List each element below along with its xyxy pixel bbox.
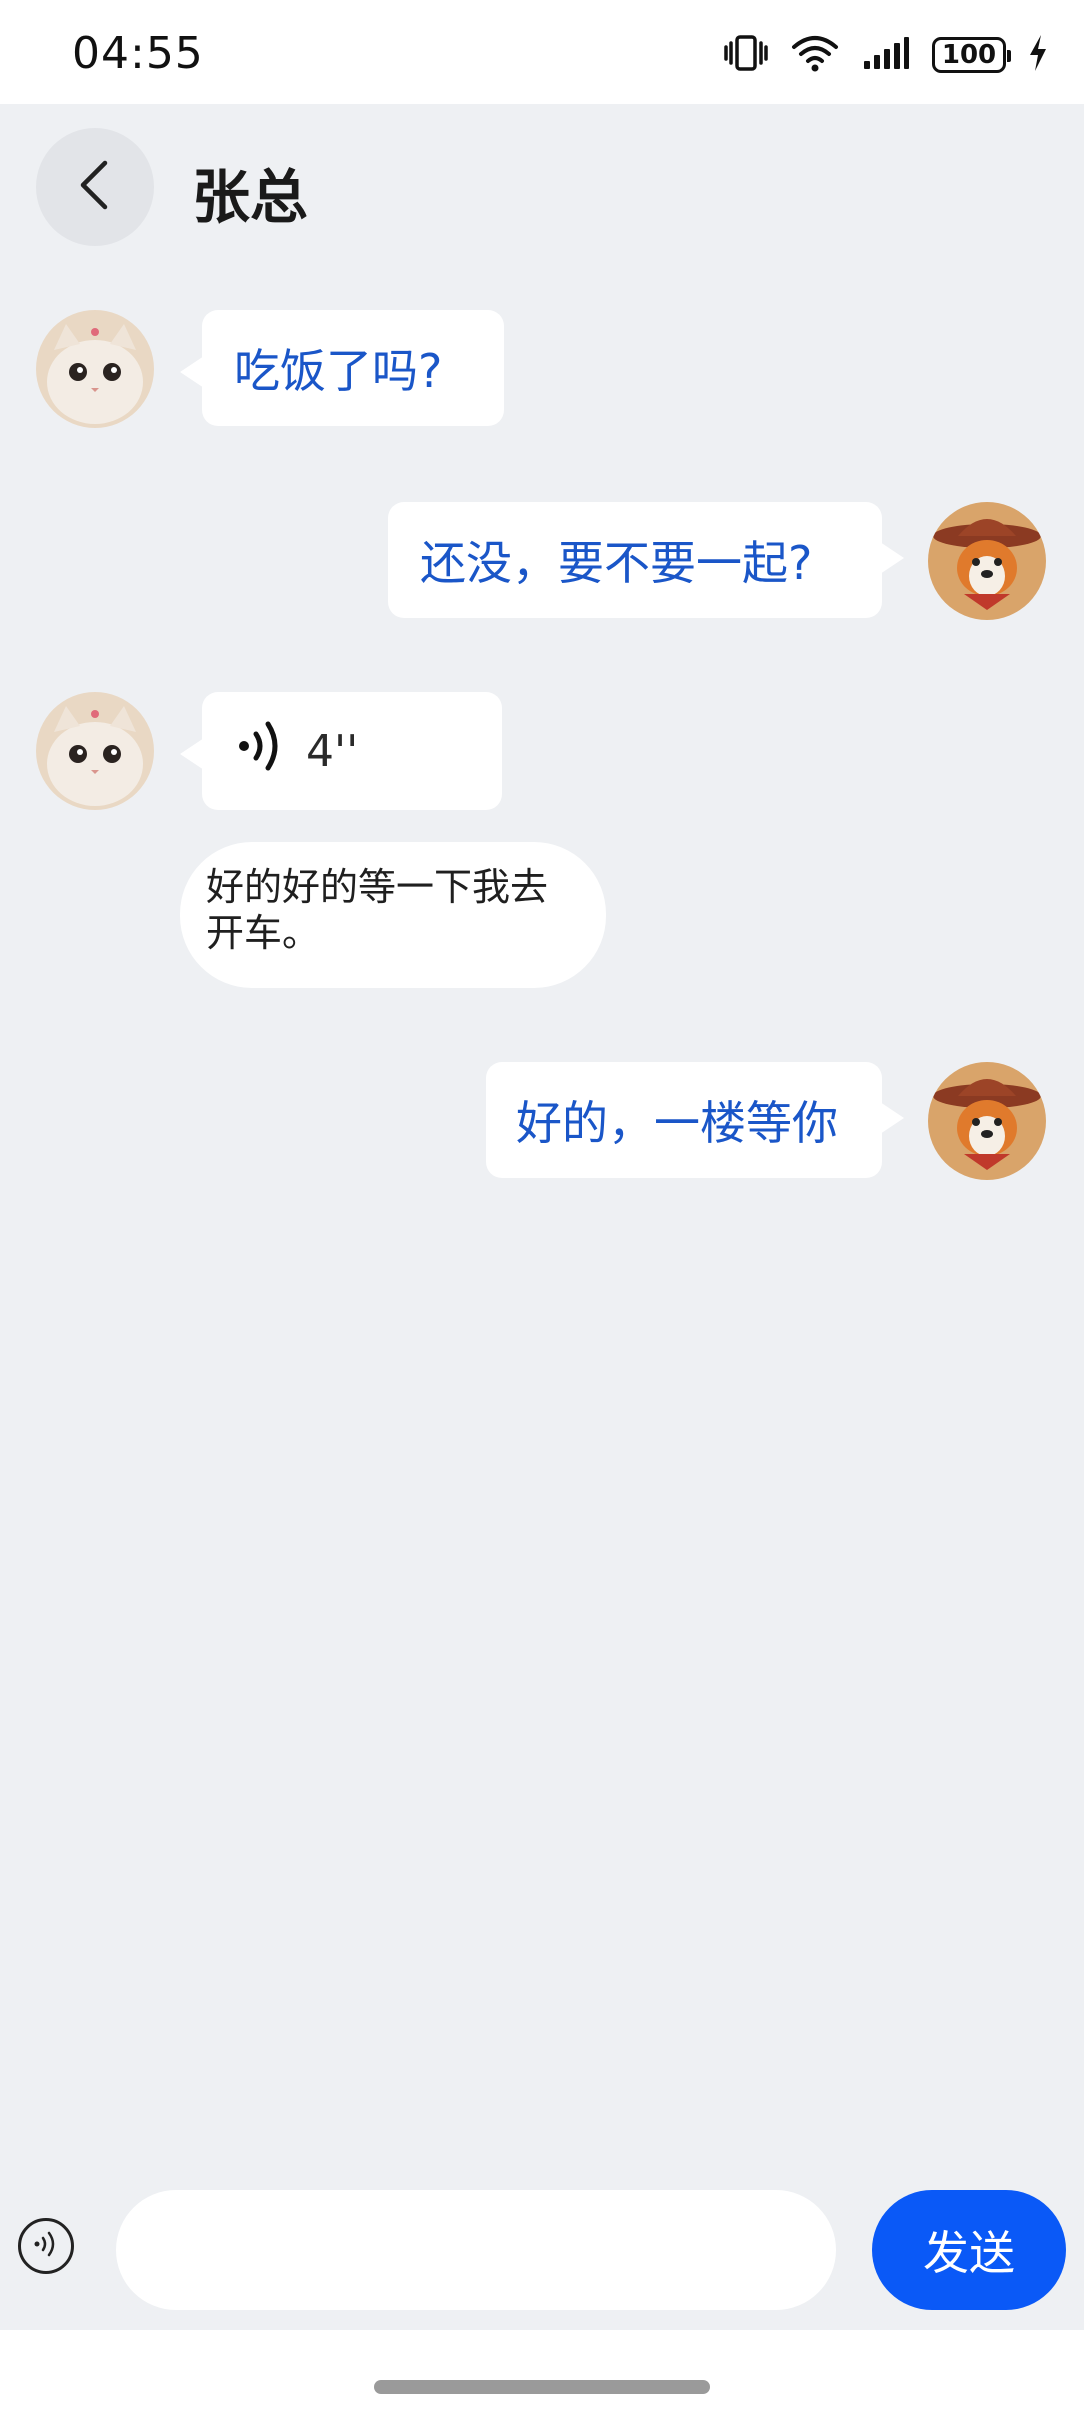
voice-wave-icon <box>236 718 286 785</box>
contact-avatar[interactable] <box>36 692 154 810</box>
chat-title: 张总 <box>192 163 309 231</box>
voice-transcript: 好的好的等一下我去开车。 <box>180 842 606 988</box>
message-text: 吃饭了吗? <box>234 344 443 398</box>
status-icons: 100 <box>724 30 1048 80</box>
message-text: 好的，一楼等你 <box>516 1096 838 1150</box>
chevron-left-icon <box>75 157 115 217</box>
voice-message-bubble[interactable]: 4'' <box>180 692 502 810</box>
user-avatar[interactable] <box>928 1062 1046 1180</box>
home-indicator[interactable] <box>374 2380 710 2394</box>
message-bubble-sent[interactable]: 还没，要不要一起? <box>388 502 904 618</box>
user-avatar[interactable] <box>928 502 1046 620</box>
vibrate-icon <box>724 33 768 77</box>
wifi-icon <box>790 33 840 77</box>
voice-input-toggle[interactable] <box>18 2218 74 2274</box>
charging-icon <box>1028 33 1048 77</box>
voice-duration: 4'' <box>306 725 359 777</box>
message-text: 还没，要不要一起? <box>420 536 813 590</box>
status-bar: 04:55 100 <box>0 0 1084 104</box>
back-button[interactable] <box>36 128 154 246</box>
contact-avatar[interactable] <box>36 310 154 428</box>
send-button[interactable]: 发送 <box>872 2190 1066 2310</box>
signal-icon <box>862 35 910 75</box>
message-bubble-sent[interactable]: 好的，一楼等你 <box>486 1062 904 1178</box>
voice-wave-icon <box>31 2229 61 2263</box>
message-input[interactable] <box>116 2190 836 2310</box>
navigation-bar <box>0 2330 1084 2412</box>
battery-indicator: 100 <box>932 37 1011 73</box>
message-bubble-received[interactable]: 吃饭了吗? <box>180 310 504 426</box>
status-time: 04:55 <box>72 28 204 79</box>
chat-header: 张总 <box>0 104 1084 274</box>
input-bar: 发送 <box>0 2170 1084 2320</box>
